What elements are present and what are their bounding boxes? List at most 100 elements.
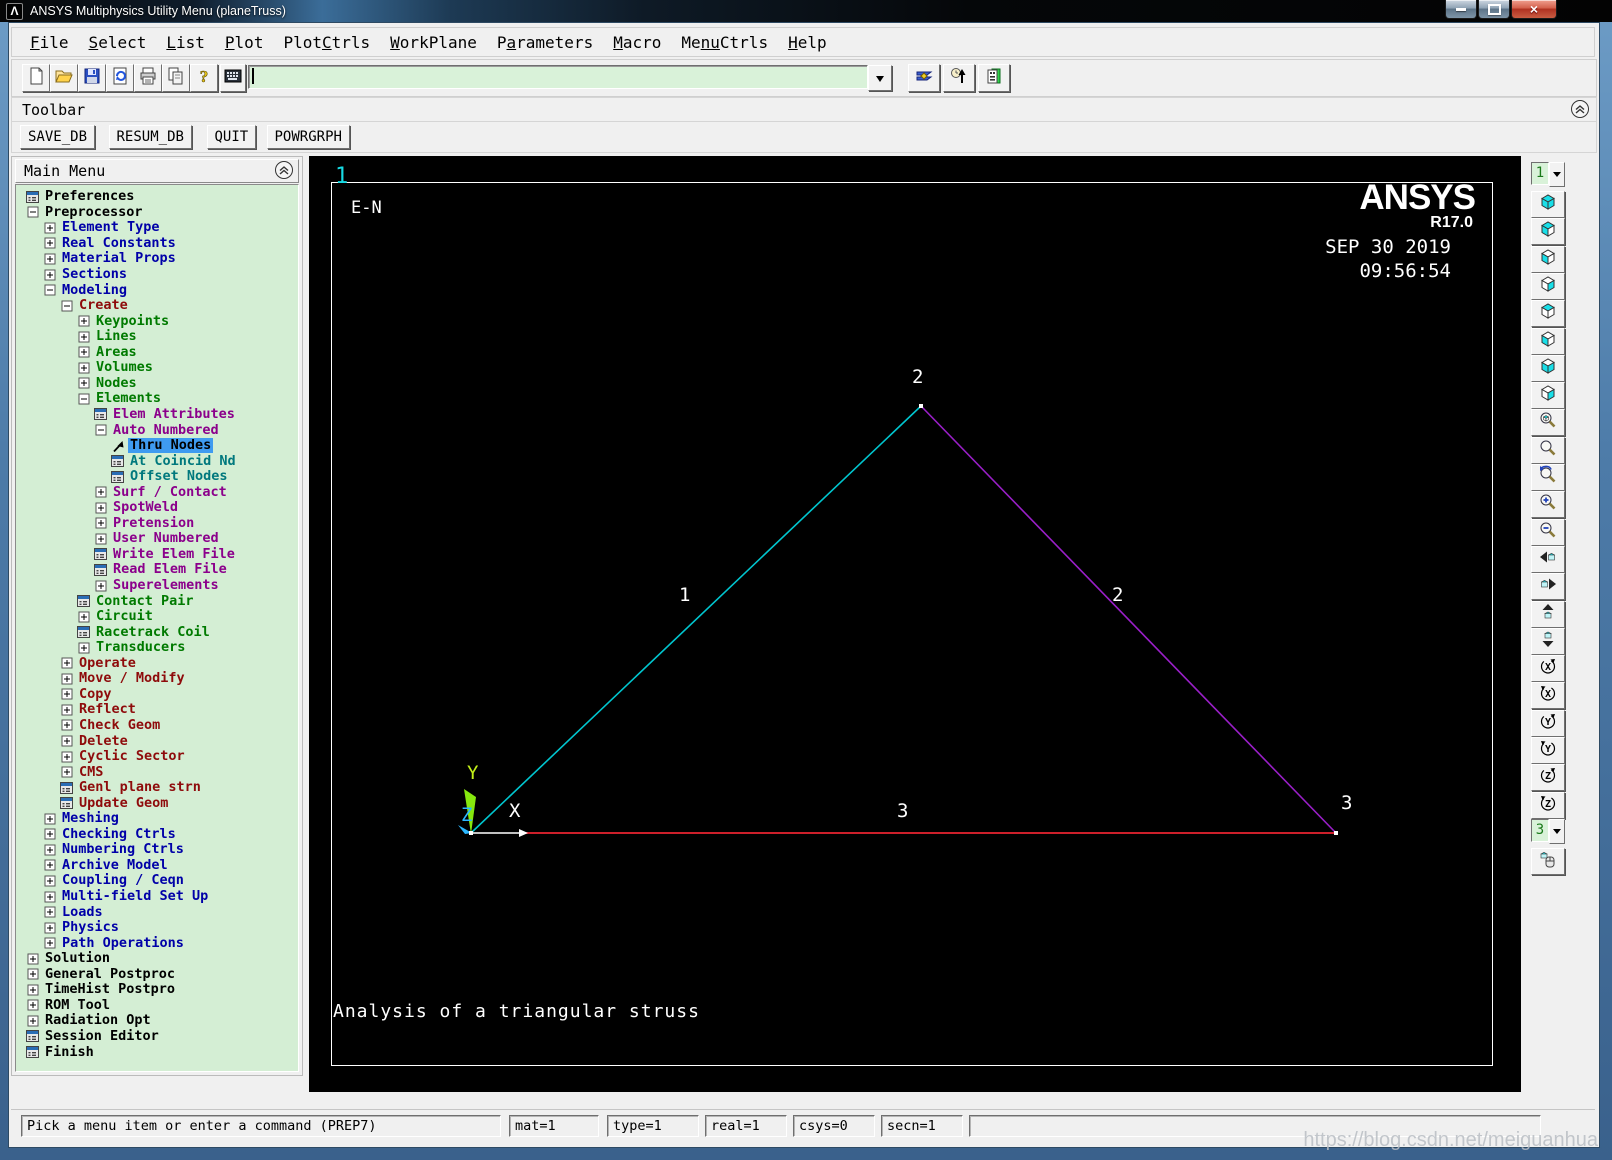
tree-item-genl-plane-strn[interactable]: Genl plane strn	[60, 780, 203, 796]
open-folder-button[interactable]	[50, 64, 78, 92]
menu-file[interactable]: File	[20, 31, 79, 54]
expand-plus-icon[interactable]	[26, 999, 39, 1011]
menu-select[interactable]: Select	[79, 31, 157, 54]
contact-manager-button[interactable]	[978, 64, 1010, 92]
menu-plot[interactable]: Plot	[215, 31, 274, 54]
rotate-x-plus-button[interactable]: X	[1531, 655, 1565, 683]
expand-plus-icon[interactable]	[43, 253, 56, 265]
oblique-view-button[interactable]	[1531, 218, 1565, 246]
tree-item-contact-pair[interactable]: Contact Pair	[77, 593, 196, 609]
tree-item-thru-nodes[interactable]: Thru Nodes	[111, 438, 214, 454]
pan-up-button[interactable]	[1531, 600, 1565, 628]
tree-item-copy[interactable]: Copy	[60, 686, 114, 703]
pan-right-button[interactable]	[1531, 573, 1565, 601]
zoom-in-button[interactable]	[1531, 491, 1565, 519]
expand-plus-icon[interactable]	[60, 766, 73, 778]
zoom-out-button[interactable]	[1531, 518, 1565, 546]
tree-item-write-elem-file[interactable]: Write Elem File	[94, 546, 237, 563]
tree-item-areas[interactable]: Areas	[77, 344, 139, 361]
tree-item-at-coincid-nd[interactable]: At Coincid Nd	[111, 453, 238, 469]
menu-parameters[interactable]: Parameters	[487, 31, 603, 54]
back-view-button[interactable]	[1531, 272, 1565, 300]
iso-view-button[interactable]	[1531, 191, 1565, 218]
close-button[interactable]: ×	[1511, 0, 1557, 19]
expand-plus-icon[interactable]	[77, 377, 90, 389]
expand-plus-icon[interactable]	[43, 828, 56, 840]
tree-item-session-editor[interactable]: Session Editor	[26, 1028, 161, 1045]
tree-item-check-geom[interactable]: Check Geom	[60, 717, 162, 734]
command-history-dropdown[interactable]	[868, 65, 892, 91]
plot-window-select-arrow-icon[interactable]	[1548, 162, 1565, 187]
abbr-button-powrgrph[interactable]: POWRGRPH	[266, 125, 350, 149]
graphics-window[interactable]: 1 E-N ANSYS R17.0 SEP 30 2019 09:56:54 2…	[309, 156, 1521, 1092]
tree-item-rom-tool[interactable]: ROM Tool	[26, 997, 112, 1014]
expand-plus-icon[interactable]	[26, 984, 39, 996]
tree-item-update-geom[interactable]: Update Geom	[60, 795, 170, 811]
front-view-button[interactable]	[1531, 245, 1565, 273]
tree-item-preferences[interactable]: Preferences	[26, 189, 136, 205]
expand-plus-icon[interactable]	[77, 315, 90, 327]
expand-plus-icon[interactable]	[43, 937, 56, 949]
expand-plus-icon[interactable]	[94, 502, 107, 514]
report-generator-button[interactable]	[106, 64, 134, 92]
expand-plus-icon[interactable]	[77, 642, 90, 654]
bottom-view-button[interactable]	[1531, 327, 1565, 355]
expand-plus-icon[interactable]	[26, 968, 39, 980]
expand-plus-icon[interactable]	[26, 953, 39, 965]
tree-item-superelements[interactable]: Superelements	[94, 578, 221, 594]
zoom-window-button[interactable]	[1531, 436, 1565, 464]
tree-item-element-type[interactable]: Element Type	[43, 220, 162, 236]
tree-item-elem-attributes[interactable]: Elem Attributes	[94, 406, 237, 423]
zoom-back-button[interactable]	[1531, 464, 1565, 491]
rotate-y-minus-button[interactable]: Y	[1531, 737, 1565, 764]
collapse-toolbar-icon[interactable]	[1570, 99, 1590, 119]
expand-plus-icon[interactable]	[60, 704, 73, 716]
tree-item-material-props[interactable]: Material Props	[43, 251, 178, 267]
expand-plus-icon[interactable]	[43, 269, 56, 281]
expand-plus-icon[interactable]	[60, 751, 73, 763]
plot-window-select[interactable]: 1	[1531, 162, 1565, 187]
tree-item-volumes[interactable]: Volumes	[77, 360, 155, 376]
tree-item-user-numbered[interactable]: User Numbered	[94, 531, 221, 547]
tree-item-cyclic-sector[interactable]: Cyclic Sector	[60, 749, 187, 765]
command-input[interactable]	[248, 65, 868, 89]
tree-item-circuit[interactable]: Circuit	[77, 609, 155, 625]
expand-plus-icon[interactable]	[43, 859, 56, 871]
rotation-rate-select-arrow-icon[interactable]	[1548, 818, 1565, 844]
expand-plus-icon[interactable]	[77, 611, 90, 623]
rotate-z-plus-button[interactable]: Z	[1531, 764, 1565, 792]
new-file-button[interactable]	[22, 64, 50, 92]
expand-plus-icon[interactable]	[77, 362, 90, 374]
collapse-main-menu-icon[interactable]	[274, 160, 294, 180]
collapse-minus-icon[interactable]	[60, 300, 73, 312]
tree-item-spotweld[interactable]: SpotWeld	[94, 500, 180, 516]
expand-plus-icon[interactable]	[60, 673, 73, 685]
expand-plus-icon[interactable]	[43, 222, 56, 234]
left-view-button[interactable]	[1531, 354, 1565, 382]
tree-item-keypoints[interactable]: Keypoints	[77, 313, 171, 329]
tree-item-numbering-ctrls[interactable]: Numbering Ctrls	[43, 842, 186, 858]
expand-plus-icon[interactable]	[94, 486, 107, 498]
expand-plus-icon[interactable]	[60, 719, 73, 731]
maximize-button[interactable]	[1478, 0, 1510, 19]
pan-left-button[interactable]	[1531, 545, 1565, 573]
abbr-button-quit[interactable]: QUIT	[206, 125, 257, 149]
menu-macro[interactable]: Macro	[603, 31, 671, 54]
tree-item-finish[interactable]: Finish	[26, 1044, 96, 1060]
collapse-minus-icon[interactable]	[26, 206, 39, 218]
tree-item-racetrack-coil[interactable]: Racetrack Coil	[77, 624, 212, 640]
rotation-rate-select[interactable]: 3	[1531, 818, 1565, 844]
expand-plus-icon[interactable]	[60, 657, 73, 669]
tree-item-radiation-opt[interactable]: Radiation Opt	[26, 1013, 153, 1029]
expand-plus-icon[interactable]	[94, 580, 107, 592]
rotate-x-minus-button[interactable]: X	[1531, 682, 1565, 710]
tree-item-cms[interactable]: CMS	[60, 764, 105, 780]
tree-item-auto-numbered[interactable]: Auto Numbered	[94, 422, 221, 438]
tree-item-transducers[interactable]: Transducers	[77, 640, 187, 656]
pan-down-button[interactable]	[1531, 627, 1565, 655]
tree-item-offset-nodes[interactable]: Offset Nodes	[111, 469, 230, 485]
help-button[interactable]: ?	[190, 64, 218, 92]
reset-picking-button[interactable]	[943, 64, 975, 92]
tree-item-move-modify[interactable]: Move / Modify	[60, 671, 187, 687]
minimize-button[interactable]	[1445, 0, 1477, 19]
